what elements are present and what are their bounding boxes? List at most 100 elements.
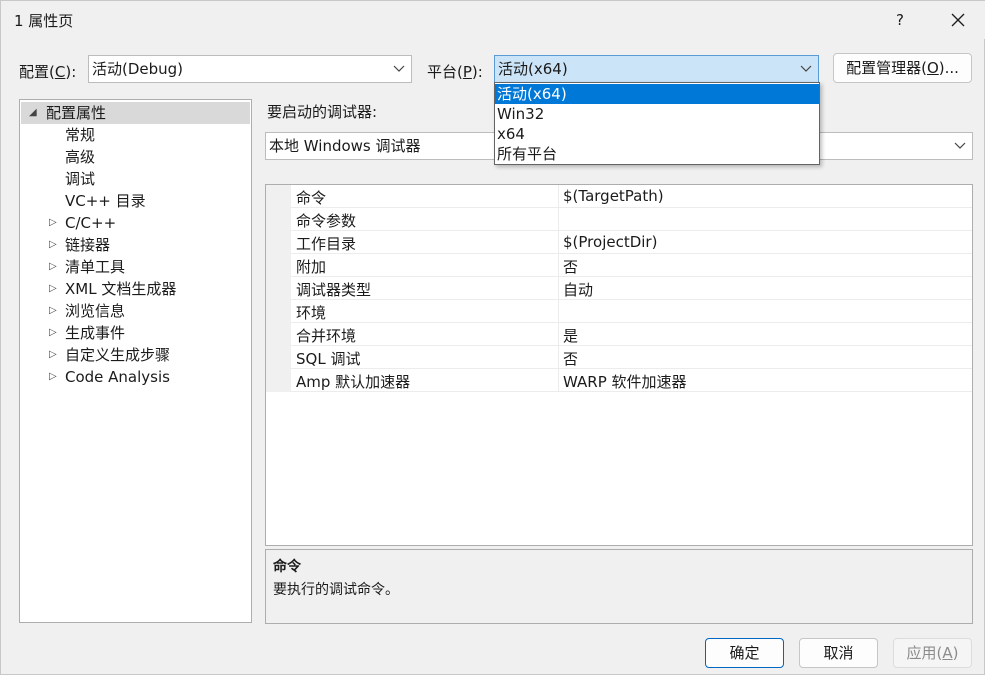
collapsed-triangle-icon[interactable]: ▷ <box>49 234 57 256</box>
tree-item[interactable]: 调试 <box>21 168 250 190</box>
property-value[interactable]: $(TargetPath) <box>563 187 664 205</box>
expanded-triangle-icon[interactable]: ◢ <box>29 102 37 124</box>
property-row[interactable]: 合并环境 是 <box>266 323 972 346</box>
platform-label: 平台(P): <box>427 63 483 81</box>
property-value[interactable]: $(ProjectDir) <box>563 233 657 251</box>
config-label: 配置(C): <box>19 63 77 81</box>
config-manager-button[interactable]: 配置管理器(O)... <box>833 53 972 83</box>
column-separator <box>558 254 559 277</box>
tree-item-label: XML 文档生成器 <box>65 280 177 298</box>
description-panel: 命令 要执行的调试命令。 <box>265 549 973 624</box>
row-gutter <box>266 323 291 346</box>
platform-option[interactable]: 所有平台 <box>495 144 819 164</box>
property-name: 调试器类型 <box>296 281 372 299</box>
tree-item-label: 生成事件 <box>65 324 126 342</box>
help-button[interactable]: ? <box>886 7 914 33</box>
config-value: 活动(Debug) <box>92 60 184 78</box>
cancel-button[interactable]: 取消 <box>799 638 878 668</box>
tree-item[interactable]: ▷ 浏览信息 <box>21 300 250 322</box>
property-name: SQL 调试 <box>296 350 361 368</box>
property-row[interactable]: 命令参数 <box>266 208 972 231</box>
tree-item[interactable]: 高级 <box>21 146 250 168</box>
tree-item-label: 调试 <box>65 170 96 188</box>
tree-item-label: 常规 <box>65 126 96 144</box>
property-row[interactable]: SQL 调试 否 <box>266 346 972 369</box>
column-separator <box>558 323 559 346</box>
collapsed-triangle-icon[interactable]: ▷ <box>49 212 57 234</box>
tree-item[interactable]: ▷ 生成事件 <box>21 322 250 344</box>
close-icon <box>951 13 965 27</box>
tree-item-label: 链接器 <box>65 236 111 254</box>
tree-item-label: 浏览信息 <box>65 302 126 320</box>
column-separator <box>558 369 559 392</box>
property-row[interactable]: 调试器类型 自动 <box>266 277 972 300</box>
property-row[interactable]: 附加 否 <box>266 254 972 277</box>
property-name: 合并环境 <box>296 327 357 345</box>
tree-item[interactable]: VC++ 目录 <box>21 190 250 212</box>
column-separator <box>558 300 559 323</box>
property-value[interactable]: 自动 <box>563 279 593 300</box>
collapsed-triangle-icon[interactable]: ▷ <box>49 256 57 278</box>
title-bar: 1 属性页 ? <box>1 1 985 39</box>
tree-item[interactable]: ▷ XML 文档生成器 <box>21 278 250 300</box>
tree-item[interactable]: ▷ 清单工具 <box>21 256 250 278</box>
ok-button[interactable]: 确定 <box>705 638 784 668</box>
column-separator <box>558 346 559 369</box>
row-gutter <box>266 346 291 369</box>
property-value[interactable]: 否 <box>563 256 578 277</box>
tree-item[interactable]: ▷ 链接器 <box>21 234 250 256</box>
platform-option[interactable]: 活动(x64) <box>495 84 819 104</box>
property-row[interactable]: 命令 $(TargetPath) <box>266 185 972 208</box>
config-combobox[interactable]: 活动(Debug) <box>88 55 412 83</box>
tree-item-label: Code Analysis <box>65 368 170 386</box>
platform-combobox[interactable]: 活动(x64) <box>494 55 819 83</box>
collapsed-triangle-icon[interactable]: ▷ <box>49 344 57 366</box>
column-separator <box>558 277 559 300</box>
property-name: 命令 <box>296 189 327 207</box>
row-gutter <box>266 185 291 208</box>
apply-button[interactable]: 应用(A) <box>893 638 972 668</box>
property-value[interactable]: 是 <box>563 325 578 346</box>
property-name: Amp 默认加速器 <box>296 373 411 391</box>
property-name: 环境 <box>296 304 327 322</box>
property-grid: 命令 $(TargetPath) 命令参数 工作目录 $(ProjectDir) 附加否调… <box>265 184 973 546</box>
close-button[interactable] <box>941 5 975 35</box>
window-title: 1 属性页 <box>14 12 74 30</box>
property-value[interactable]: 否 <box>563 348 578 369</box>
property-name: 工作目录 <box>296 235 357 253</box>
debugger-value: 本地 Windows 调试器 <box>269 137 421 155</box>
property-pages-dialog: 1 属性页 ? 配置(C): 活动(Debug) 平台(P): 活动(x64) … <box>0 0 985 675</box>
property-row[interactable]: 工作目录 $(ProjectDir) <box>266 231 972 254</box>
column-separator <box>558 185 559 208</box>
tree-item[interactable]: 常规 <box>21 124 250 146</box>
tree-item-label: 清单工具 <box>65 258 126 276</box>
chevron-down-icon <box>954 142 966 149</box>
property-name: 命令参数 <box>296 212 357 230</box>
collapsed-triangle-icon[interactable]: ▷ <box>49 278 57 300</box>
tree-item-label: C/C++ <box>65 214 117 232</box>
tree-item-config-properties[interactable]: ◢ 配置属性 <box>21 102 250 124</box>
chevron-down-icon <box>800 65 812 72</box>
row-gutter <box>266 208 291 231</box>
row-gutter <box>266 300 291 323</box>
property-row[interactable]: 环境 <box>266 300 972 323</box>
collapsed-triangle-icon[interactable]: ▷ <box>49 366 57 388</box>
tree-item[interactable]: ▷ 自定义生成步骤 <box>21 344 250 366</box>
debugger-label: 要启动的调试器: <box>267 103 378 121</box>
property-value[interactable]: WARP 软件加速器 <box>563 371 687 392</box>
chevron-down-icon <box>393 65 405 72</box>
row-gutter <box>266 277 291 300</box>
description-text: 要执行的调试命令。 <box>273 582 399 598</box>
row-gutter <box>266 254 291 277</box>
collapsed-triangle-icon[interactable]: ▷ <box>49 300 57 322</box>
tree-item[interactable]: ▷ Code Analysis <box>21 366 250 388</box>
tree-item[interactable]: ▷ C/C++ <box>21 212 250 234</box>
collapsed-triangle-icon[interactable]: ▷ <box>49 322 57 344</box>
property-row[interactable]: Amp 默认加速器 WARP 软件加速器 <box>266 369 972 392</box>
platform-option[interactable]: Win32 <box>495 104 819 124</box>
platform-option[interactable]: x64 <box>495 124 819 144</box>
tree-item-label: 自定义生成步骤 <box>65 346 171 364</box>
platform-dropdown-list: 活动(x64) Win32 x64 所有平台 <box>494 82 820 165</box>
property-tree[interactable]: ◢ 配置属性 常规 高级 调试 VC++ 目录 ▷ C/C++ ▷ 链接器 ▷ 清单工具 ▷ XML … <box>19 99 252 623</box>
row-gutter <box>266 231 291 254</box>
